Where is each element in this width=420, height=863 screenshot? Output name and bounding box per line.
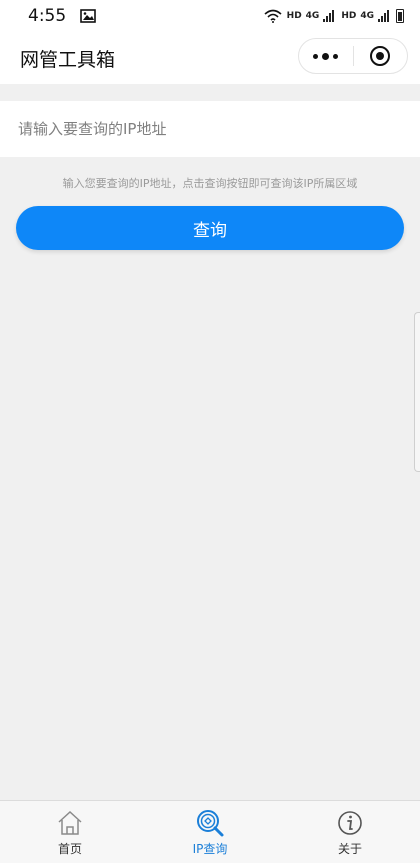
- tab-about-label: 关于: [337, 841, 362, 856]
- close-button[interactable]: [354, 39, 408, 73]
- ip-input[interactable]: [18, 120, 398, 138]
- tab-home-label: 首页: [57, 841, 82, 856]
- tab-ip-query[interactable]: IP查询: [140, 801, 280, 863]
- tab-ip-query-label: IP查询: [192, 841, 228, 856]
- status-left: 4:55: [28, 6, 96, 26]
- ip-input-row: [0, 101, 420, 157]
- status-time: 4:55: [28, 6, 67, 26]
- scroll-indicator[interactable]: [414, 312, 420, 472]
- home-icon: [58, 810, 82, 835]
- gallery-icon: [80, 9, 96, 23]
- status-right: HD 4G HD 4G: [263, 9, 404, 23]
- tab-home[interactable]: 首页: [0, 801, 140, 863]
- nav-bar: 网管工具箱: [0, 32, 420, 84]
- info-icon: [338, 810, 362, 835]
- signal-icon-1: [323, 10, 337, 22]
- status-bar: 4:55 HD 4G HD 4G: [0, 0, 420, 32]
- network-label-2: 4G: [360, 11, 374, 21]
- network-label-1: 4G: [305, 11, 320, 21]
- more-button[interactable]: [299, 39, 353, 73]
- more-dots-icon: [313, 52, 339, 60]
- tab-bar: 首页 IP查询 关于: [0, 800, 420, 863]
- battery-icon: [396, 9, 404, 23]
- hd-label-1: HD: [286, 11, 302, 21]
- ip-search-icon: [197, 809, 224, 836]
- signal-icon-2: [378, 10, 392, 22]
- target-icon: [370, 46, 391, 66]
- hint-text: 输入您要查询的IP地址，点击查询按钮即可查询该IP所属区域: [62, 177, 358, 190]
- mini-program-capsule: [298, 38, 408, 74]
- page-title: 网管工具箱: [20, 48, 116, 71]
- tab-about[interactable]: 关于: [280, 801, 420, 863]
- query-button[interactable]: 查询: [16, 206, 404, 250]
- wifi-icon: [264, 9, 282, 23]
- hd-label-2: HD: [341, 11, 357, 21]
